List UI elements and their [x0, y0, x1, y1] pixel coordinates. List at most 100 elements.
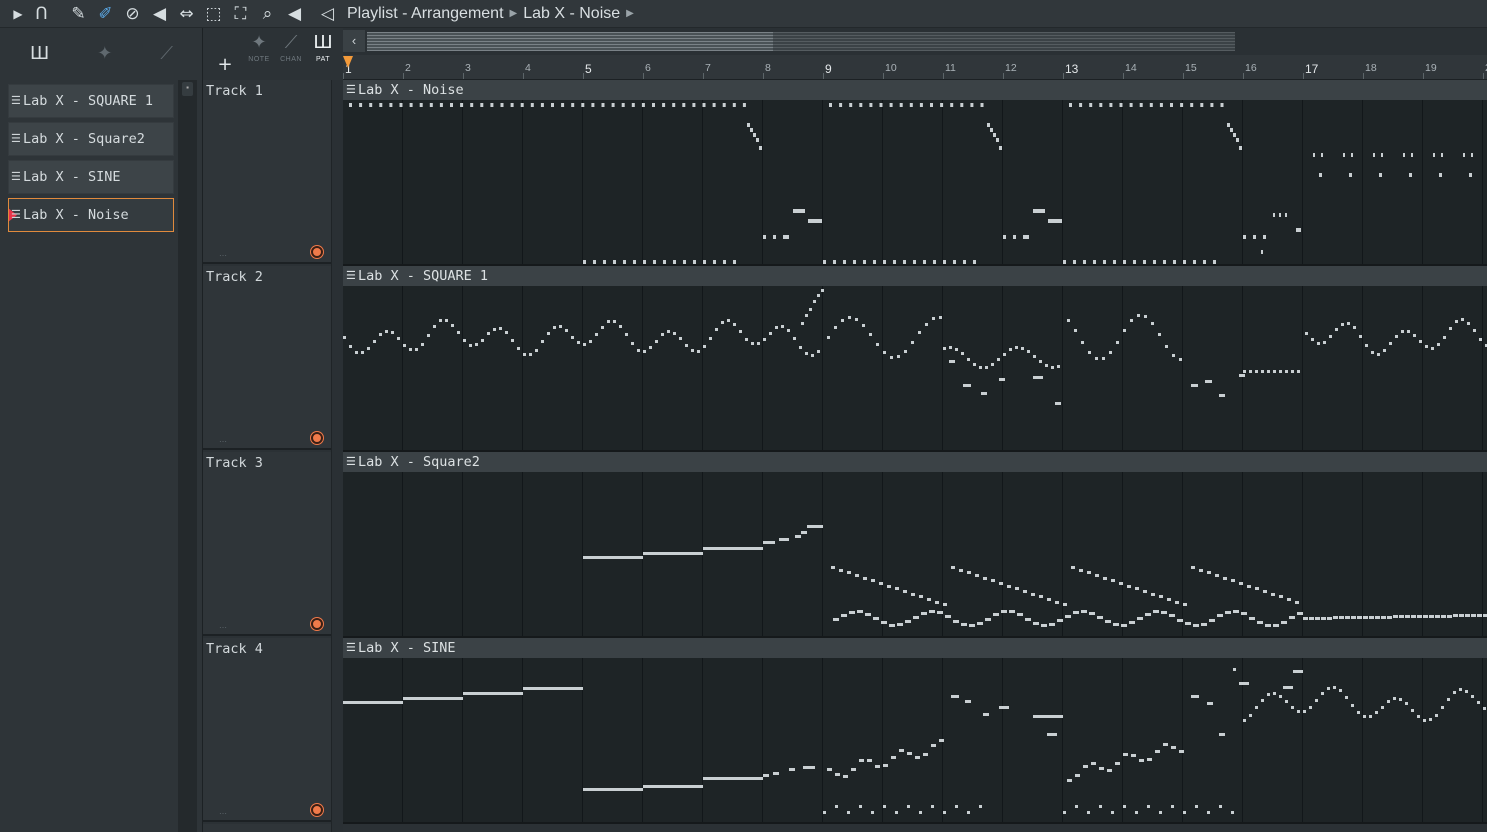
tab-chan[interactable]: ⟋ CHAN — [275, 30, 307, 76]
note — [879, 582, 883, 585]
track-header-1[interactable]: Track 1 ⋯ — [203, 80, 331, 264]
note — [613, 320, 616, 323]
note — [969, 624, 975, 627]
note — [667, 330, 670, 333]
track-header-4[interactable]: Track 4 ⋯ — [203, 638, 331, 822]
scroll-knob[interactable]: ▪ — [182, 82, 193, 96]
ruler-bar-5[interactable]: 5 — [585, 62, 592, 76]
picker-scrollbar[interactable]: ▪ — [178, 80, 197, 832]
play-menu-icon[interactable]: ▶ — [8, 0, 28, 28]
track-grip-icon[interactable]: ⋯ — [219, 809, 227, 818]
piano-roll-icon[interactable]: Ш — [30, 43, 49, 64]
clip-item-noise[interactable]: ☰ Lab X - Noise — [8, 198, 174, 232]
note — [1033, 622, 1039, 625]
track-header-3[interactable]: Track 3 ⋯ — [203, 452, 331, 636]
automation-icon[interactable]: ⟋ — [160, 43, 173, 64]
current-pattern[interactable]: Lab X - Noise — [523, 5, 620, 23]
ruler-bar-10[interactable]: 10 — [885, 62, 897, 74]
select-icon[interactable]: ⬚ — [200, 0, 227, 28]
clip-item-square1[interactable]: ☰ Lab X - SQUARE 1 — [8, 84, 174, 118]
ruler-bar-9[interactable]: 9 — [825, 62, 832, 76]
note — [808, 219, 822, 223]
note — [833, 260, 836, 264]
ruler-bar-2[interactable]: 2 — [405, 62, 411, 74]
slip-icon[interactable]: ⇔ — [173, 0, 200, 28]
track-name: Track 4 — [206, 641, 263, 657]
note — [369, 103, 373, 107]
track-header-2[interactable]: Track 2 ⋯ — [203, 266, 331, 450]
track-grip-icon[interactable]: ⋯ — [219, 623, 227, 632]
ruler-bar-19[interactable]: 19 — [1425, 62, 1437, 74]
ruler-bar-16[interactable]: 16 — [1245, 62, 1257, 74]
ruler-bar-11[interactable]: 11 — [945, 62, 956, 74]
ruler-bar-8[interactable]: 8 — [765, 62, 771, 74]
note — [1327, 617, 1332, 620]
clip-header[interactable]: ☰ Lab X - Noise — [343, 80, 1487, 100]
note — [463, 339, 466, 342]
note — [1395, 335, 1398, 338]
breadcrumb-arrow-icon[interactable]: ▶ — [626, 8, 634, 19]
note — [945, 615, 951, 618]
delete-icon[interactable]: ⊘ — [119, 0, 146, 28]
audio-clip-icon[interactable]: ✦ — [97, 43, 112, 64]
ruler-bar-12[interactable]: 12 — [1005, 62, 1017, 74]
note — [703, 345, 706, 348]
note — [1119, 103, 1123, 107]
ruler-bar-7[interactable]: 7 — [705, 62, 711, 74]
note — [863, 577, 867, 580]
tab-note[interactable]: ✦ NOTE — [243, 30, 275, 76]
ruler-bar-15[interactable]: 15 — [1185, 62, 1197, 74]
window-title: Playlist - Arrangement — [347, 4, 504, 22]
clip-notes — [583, 525, 1487, 627]
scroll-left-icon[interactable]: ‹ — [343, 30, 365, 52]
note — [1315, 699, 1318, 702]
overview-scrollbar[interactable]: ‹ — [343, 28, 1487, 55]
note — [763, 235, 766, 239]
zoom-icon[interactable]: ⌕ — [254, 0, 281, 28]
record-icon[interactable] — [311, 246, 323, 258]
ruler-bar-17[interactable]: 17 — [1305, 62, 1318, 76]
timeline-ruler[interactable]: 123456789101112131415161718192 — [343, 55, 1487, 80]
track-lane-2[interactable]: ☰ Lab X - SQUARE 1 — [343, 266, 1487, 452]
track-lane-3[interactable]: ☰ Lab X - Square2 — [343, 452, 1487, 638]
ruler-bar-4[interactable]: 4 — [525, 62, 531, 74]
tab-pat[interactable]: Ш PAT — [307, 30, 339, 76]
magnet-icon[interactable]: Ո — [28, 0, 55, 28]
record-icon[interactable] — [311, 804, 323, 816]
record-icon[interactable] — [311, 618, 323, 630]
clip-item-sine[interactable]: ☰ Lab X - SINE — [8, 160, 174, 194]
clip-header[interactable]: ☰ Lab X - Square2 — [343, 452, 1487, 472]
note — [1067, 779, 1072, 782]
note — [1055, 601, 1059, 604]
track-grip-icon[interactable]: ⋯ — [219, 251, 227, 260]
note — [999, 146, 1002, 150]
record-icon[interactable] — [311, 432, 323, 444]
playback-icon[interactable]: ◀ — [281, 0, 308, 28]
fullscreen-icon[interactable]: ⛶ — [227, 0, 254, 28]
track-lane-4[interactable]: ☰ Lab X - SINE — [343, 638, 1487, 824]
clip-header[interactable]: ☰ Lab X - SQUARE 1 — [343, 266, 1487, 286]
track-header-5[interactable] — [203, 824, 331, 832]
overview-window[interactable] — [367, 32, 773, 51]
ruler-bar-6[interactable]: 6 — [645, 62, 651, 74]
track-header-scrollbar[interactable] — [331, 80, 343, 832]
add-track-button[interactable]: + — [210, 54, 240, 76]
note — [895, 587, 899, 590]
mute-icon[interactable]: ◀ — [146, 0, 173, 28]
clip-item-square2[interactable]: ☰ Lab X - Square2 — [8, 122, 174, 156]
ruler-bar-3[interactable]: 3 — [465, 62, 471, 74]
paint-icon[interactable]: ✐ — [92, 0, 119, 28]
ruler-bar-13[interactable]: 13 — [1065, 62, 1078, 76]
note — [723, 260, 726, 264]
ruler-bar-14[interactable]: 14 — [1125, 62, 1137, 74]
clip-header[interactable]: ☰ Lab X - SINE — [343, 638, 1487, 658]
note — [1079, 569, 1083, 572]
note — [855, 574, 859, 577]
speaker-icon[interactable]: ◁ — [314, 0, 341, 28]
note — [1253, 235, 1256, 239]
draw-icon[interactable]: ✎ — [65, 0, 92, 28]
ruler-bar-18[interactable]: 18 — [1365, 62, 1377, 74]
track-lane-1[interactable]: ☰ Lab X - Noise — [343, 80, 1487, 266]
playhead-marker-icon[interactable] — [343, 56, 353, 68]
track-grip-icon[interactable]: ⋯ — [219, 437, 227, 446]
